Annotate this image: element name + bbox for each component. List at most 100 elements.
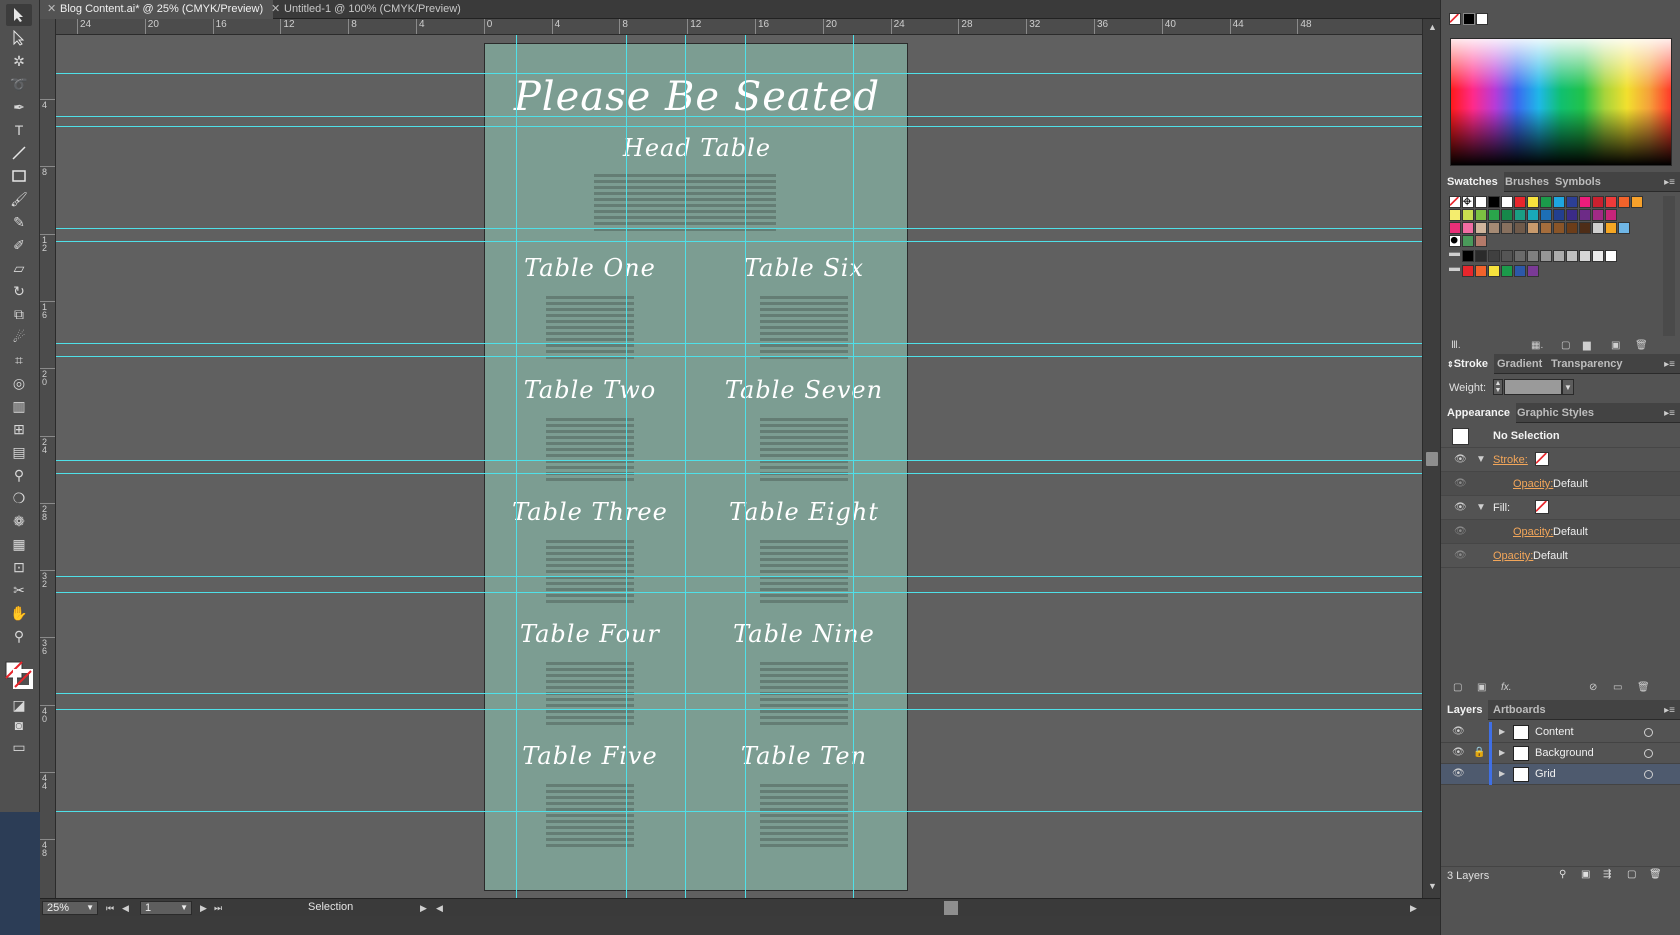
stroke-swatch-none-icon[interactable] xyxy=(1535,452,1549,466)
opacity-label[interactable]: Opacity: xyxy=(1513,526,1553,538)
horizontal-guide[interactable] xyxy=(56,576,1422,577)
scroll-left-icon[interactable]: ◀ xyxy=(436,903,443,914)
selection-tool-icon[interactable] xyxy=(6,4,32,26)
scroll-down-icon[interactable]: ▼ xyxy=(1428,881,1437,891)
disclosure-triangle-icon[interactable]: ▼ xyxy=(1476,454,1486,465)
tab-graphic-styles[interactable]: Graphic Styles xyxy=(1511,403,1600,423)
color-swatch[interactable] xyxy=(1540,250,1552,262)
artboard-number-field[interactable]: 1 ▼ xyxy=(140,901,192,915)
layer-row-content[interactable]: 👁 ▶ Content xyxy=(1441,722,1680,743)
color-swatch[interactable] xyxy=(1475,222,1487,234)
vertical-guide[interactable] xyxy=(853,35,854,915)
screen-mode-icon[interactable]: ▭ xyxy=(6,736,32,758)
make-clipping-mask-icon[interactable]: ▣ xyxy=(1581,869,1590,880)
color-group-folder-icon[interactable]: ▬ xyxy=(1449,262,1460,274)
add-new-stroke-icon[interactable]: ▢ xyxy=(1453,682,1462,693)
color-swatch[interactable] xyxy=(1527,196,1539,208)
color-white-icon[interactable] xyxy=(1476,13,1488,25)
expand-triangle-icon[interactable]: ▶ xyxy=(1499,748,1505,757)
tab-appearance[interactable]: Appearance xyxy=(1441,403,1516,423)
vertical-guide[interactable] xyxy=(626,35,627,915)
status-menu-icon[interactable]: ▶ xyxy=(420,903,427,914)
last-artboard-icon[interactable]: ⏭ xyxy=(214,903,222,914)
color-swatch[interactable] xyxy=(1488,250,1500,262)
lasso-tool-icon[interactable]: ➰ xyxy=(6,73,32,95)
tab-artboards[interactable]: Artboards xyxy=(1487,700,1552,720)
visibility-eye-icon[interactable]: 👁 xyxy=(1454,526,1467,537)
color-swatch[interactable] xyxy=(1462,265,1474,277)
color-swatch[interactable] xyxy=(1540,209,1552,221)
opacity-label[interactable]: Opacity: xyxy=(1513,478,1553,490)
delete-item-icon[interactable]: 🗑 xyxy=(1637,682,1650,693)
magic-wand-tool-icon[interactable]: ✲ xyxy=(6,50,32,72)
vertical-guide[interactable] xyxy=(685,35,686,915)
layer-row-grid[interactable]: 👁 ▶ Grid xyxy=(1441,764,1680,785)
color-swatch[interactable] xyxy=(1579,250,1591,262)
visibility-eye-icon[interactable]: 👁 xyxy=(1452,726,1465,737)
tab-gradient[interactable]: Gradient xyxy=(1491,354,1548,374)
appearance-stroke-row[interactable]: 👁 ▼ Stroke: xyxy=(1441,448,1680,472)
new-swatch-icon[interactable]: ▣ xyxy=(1611,340,1620,351)
next-artboard-icon[interactable]: ▶ xyxy=(200,903,207,914)
horizontal-guide[interactable] xyxy=(56,116,1422,117)
panel-menu-icon[interactable]: ▸≡ xyxy=(1664,177,1675,188)
locate-object-icon[interactable]: ⚲ xyxy=(1559,869,1566,880)
color-swatch[interactable] xyxy=(1462,235,1474,247)
delete-layer-icon[interactable]: 🗑 xyxy=(1649,869,1662,880)
vertical-scroll-thumb[interactable] xyxy=(1426,452,1438,466)
color-swatch[interactable] xyxy=(1527,222,1539,234)
opacity-label[interactable]: Opacity: xyxy=(1493,550,1533,562)
horizontal-guide[interactable] xyxy=(56,343,1422,344)
tab-layers[interactable]: Layers xyxy=(1441,700,1489,720)
pattern-swatch-icon[interactable] xyxy=(1449,235,1461,247)
color-swatch[interactable] xyxy=(1553,209,1565,221)
tab-blog-content[interactable]: ✕ Blog Content.ai* @ 25% (CMYK/Preview) xyxy=(40,0,274,19)
color-swatch[interactable] xyxy=(1605,196,1617,208)
appearance-fill-row[interactable]: 👁 ▼ Fill: xyxy=(1441,496,1680,520)
color-swatch[interactable] xyxy=(1475,209,1487,221)
horizontal-guide[interactable] xyxy=(56,592,1422,593)
free-transform-tool-icon[interactable]: ⌗ xyxy=(6,349,32,371)
color-swatch[interactable] xyxy=(1475,235,1487,247)
color-fill-icon[interactable] xyxy=(1449,13,1461,25)
color-swatch[interactable] xyxy=(1540,196,1552,208)
chevron-down-icon[interactable]: ▼ xyxy=(86,902,94,914)
color-swatch[interactable] xyxy=(1475,196,1487,208)
blend-tool-icon[interactable]: ❍ xyxy=(6,487,32,509)
color-mode-icon[interactable]: ◪ xyxy=(6,694,32,716)
vertical-guide[interactable] xyxy=(516,35,517,915)
vertical-guide[interactable] xyxy=(745,35,746,915)
paintbrush-tool-icon[interactable]: 🖌 xyxy=(6,188,32,210)
color-swatch[interactable] xyxy=(1553,196,1565,208)
color-swatch[interactable] xyxy=(1566,222,1578,234)
color-swatch[interactable] xyxy=(1605,222,1617,234)
tab-untitled-1[interactable]: ✕ Untitled-1 @ 100% (CMYK/Preview) xyxy=(264,0,471,19)
clear-appearance-icon[interactable]: ⊘ xyxy=(1589,682,1597,693)
tab-swatches[interactable]: Swatches xyxy=(1441,172,1504,192)
color-swatch[interactable] xyxy=(1514,250,1526,262)
none-swatch-icon[interactable] xyxy=(1449,196,1461,208)
tab-transparency[interactable]: Transparency xyxy=(1545,354,1629,374)
tab-brushes[interactable]: Brushes xyxy=(1499,172,1555,192)
color-spectrum[interactable] xyxy=(1450,38,1672,166)
color-swatch[interactable] xyxy=(1462,250,1474,262)
color-swatch[interactable] xyxy=(1540,222,1552,234)
color-swatch[interactable] xyxy=(1488,209,1500,221)
color-swatch[interactable] xyxy=(1501,222,1513,234)
panel-menu-icon[interactable]: ▸≡ xyxy=(1664,408,1675,419)
visibility-eye-icon[interactable]: 👁 xyxy=(1454,454,1467,465)
appearance-fill-opacity-row[interactable]: 👁 Opacity: Default xyxy=(1441,520,1680,544)
previous-artboard-icon[interactable]: ◀ xyxy=(122,903,129,914)
horizontal-guide[interactable] xyxy=(56,241,1422,242)
rotate-tool-icon[interactable]: ↻ xyxy=(6,280,32,302)
color-swatch[interactable] xyxy=(1475,250,1487,262)
tab-symbols[interactable]: Symbols xyxy=(1549,172,1607,192)
color-swatch[interactable] xyxy=(1527,250,1539,262)
color-swatch[interactable] xyxy=(1618,196,1630,208)
direct-selection-tool-icon[interactable] xyxy=(6,27,32,49)
stroke-label[interactable]: Stroke: xyxy=(1493,454,1528,466)
type-tool-icon[interactable]: T xyxy=(6,119,32,141)
horizontal-guide[interactable] xyxy=(56,709,1422,710)
delete-swatch-icon[interactable]: 🗑 xyxy=(1635,340,1648,351)
color-swatch[interactable] xyxy=(1566,209,1578,221)
